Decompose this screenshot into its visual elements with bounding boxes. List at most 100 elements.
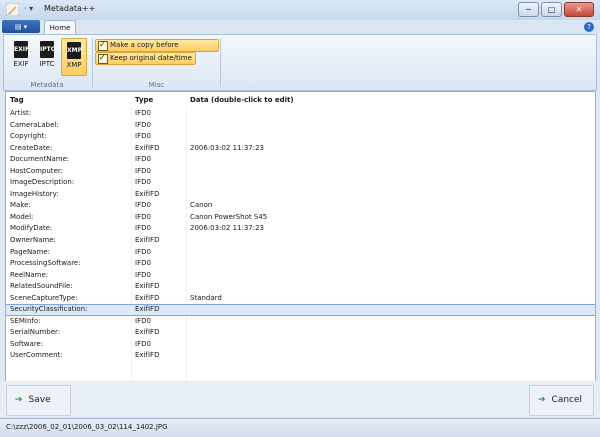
table-row[interactable]: CameraLabel: IFD0: [6, 120, 595, 132]
data-cell[interactable]: Standard: [190, 293, 222, 305]
data-cell[interactable]: 2006:03:02 11:37:23: [190, 143, 264, 155]
group-metadata: EXIF EXIF IPTC IPTC XMP XMP Metadata: [4, 35, 90, 90]
table-row[interactable]: ImageHistory: ExifIFD: [6, 189, 595, 201]
iptc-button[interactable]: IPTC IPTC: [35, 38, 59, 74]
keep-date-checkbox[interactable]: Keep original date/time: [95, 52, 196, 65]
type-cell: IFD0: [135, 120, 151, 129]
tag-cell: Artist:: [10, 109, 32, 117]
tag-cell: SecurityClassification:: [10, 305, 88, 314]
tag-cell: CreateDate:: [10, 143, 53, 152]
table-row[interactable]: Copyright: IFD0: [6, 131, 595, 143]
help-icon[interactable]: ?: [584, 22, 594, 32]
make-copy-checkbox[interactable]: Make a copy before modifying: [95, 39, 219, 60]
group-label-misc: Misc: [148, 81, 165, 89]
table-row[interactable]: ReelName: IFD0: [6, 270, 595, 282]
tag-cell: SerialNumber:: [10, 328, 61, 337]
minimize-button[interactable]: ─: [518, 2, 539, 17]
tag-cell: DocumentName:: [10, 155, 70, 164]
tag-cell: CameraLabel:: [10, 120, 59, 129]
type-cell: IFD0: [135, 109, 151, 117]
tag-cell: SEMInfo:: [10, 316, 41, 325]
cancel-label: Cancel: [551, 395, 583, 405]
tag-cell: UserComment:: [10, 351, 63, 360]
table-row[interactable]: SceneCaptureType: ExifIFD Standard: [6, 293, 595, 305]
iptc-label: IPTC: [39, 60, 55, 68]
tag-cell: ProcessingSoftware:: [10, 259, 81, 268]
tag-cell: ReelName:: [10, 270, 49, 279]
xmp-button[interactable]: XMP XMP: [61, 38, 87, 76]
table-row[interactable]: CreateDate: ExifIFD 2006:03:02 11:37:23: [6, 143, 595, 155]
type-cell: IFD0: [135, 132, 151, 141]
tag-cell: PageName:: [10, 247, 50, 256]
table-body: Artist: IFD0 CameraLabel: IFD0 Copyright: I…: [6, 108, 595, 362]
table-row[interactable]: ModifyDate: IFD0 2006:03:02 11:37:23: [6, 223, 595, 235]
ribbon-tab-strip: [0, 20, 600, 35]
group-label-metadata: Metadata: [30, 81, 64, 89]
table-row[interactable]: SEMInfo: IFD0: [6, 316, 595, 328]
table-row[interactable]: ImageDescription: IFD0: [6, 177, 595, 189]
group-divider: [220, 38, 221, 87]
table-row[interactable]: Artist: IFD0: [6, 108, 595, 120]
type-cell: IFD0: [135, 247, 151, 256]
group-misc: Make a copy before modifying Keep origin…: [94, 35, 219, 90]
data-cell[interactable]: Canon PowerShot S45: [190, 212, 267, 224]
tag-cell: ImageDescription:: [10, 178, 75, 187]
table-row-selected[interactable]: SecurityClassification: ExifIFD: [6, 304, 595, 316]
type-cell: IFD0: [135, 316, 151, 325]
iptc-icon: IPTC: [40, 41, 55, 58]
data-cell[interactable]: 2006:03:02 11:37:23: [190, 223, 264, 235]
tag-cell: HostComputer:: [10, 166, 63, 175]
window-controls: ─ □ ✕: [518, 2, 594, 17]
tag-cell: OwnerName:: [10, 236, 56, 245]
tag-cell: ImageHistory:: [10, 189, 59, 198]
tag-cell: Copyright:: [10, 132, 47, 141]
table-row[interactable]: ProcessingSoftware: IFD0: [6, 258, 595, 270]
tag-cell: Model:: [10, 212, 34, 221]
arrow-right-icon: ➔: [15, 395, 23, 405]
column-header-data[interactable]: Data (double-click to edit): [190, 92, 294, 108]
maximize-button[interactable]: □: [541, 2, 562, 17]
cancel-button[interactable]: ➔ Cancel: [529, 385, 594, 416]
tag-cell: SceneCaptureType:: [10, 293, 78, 302]
data-cell[interactable]: Canon: [190, 200, 212, 212]
table-row[interactable]: DocumentName: IFD0: [6, 154, 595, 166]
type-cell: ExifIFD: [135, 351, 160, 360]
column-header-tag[interactable]: Tag: [10, 92, 24, 108]
table-header: Tag Type Data (double-click to edit): [6, 92, 595, 108]
type-cell: ExifIFD: [135, 143, 160, 152]
table-row[interactable]: SerialNumber: ExifIFD: [6, 327, 595, 339]
tag-cell: ModifyDate:: [10, 224, 53, 233]
checkbox-icon: [98, 52, 108, 64]
type-cell: IFD0: [135, 270, 151, 279]
type-cell: IFD0: [135, 178, 151, 187]
checkbox-icon: [98, 39, 108, 51]
type-cell: ExifIFD: [135, 328, 160, 337]
table-row[interactable]: RelatedSoundFile: ExifIFD: [6, 281, 595, 293]
table-row[interactable]: Make: IFD0 Canon: [6, 200, 595, 212]
save-button[interactable]: ➔ Save: [6, 385, 71, 416]
metadata-table[interactable]: Tag Type Data (double-click to edit) Art…: [5, 91, 596, 382]
ribbon-panel: EXIF EXIF IPTC IPTC XMP XMP Metadata Mak…: [3, 34, 597, 91]
table-row[interactable]: PageName: IFD0: [6, 247, 595, 259]
table-row[interactable]: Model: IFD0 Canon PowerShot S45: [6, 212, 595, 224]
table-row[interactable]: OwnerName: ExifIFD: [6, 235, 595, 247]
table-row[interactable]: HostComputer: IFD0: [6, 166, 595, 178]
close-button[interactable]: ✕: [564, 2, 594, 17]
status-bar: C:\zzz\2006_02_01\2006_03_02\114_1402.JP…: [0, 418, 600, 437]
tag-cell: RelatedSoundFile:: [10, 282, 73, 291]
xmp-icon: XMP: [67, 42, 82, 59]
type-cell: ExifIFD: [135, 189, 160, 198]
type-cell: IFD0: [135, 155, 151, 164]
type-cell: IFD0: [135, 212, 151, 221]
tab-home[interactable]: Home: [44, 20, 76, 35]
table-row[interactable]: Software: IFD0: [6, 339, 595, 351]
column-header-type[interactable]: Type: [135, 92, 153, 108]
table-row[interactable]: UserComment: ExifIFD: [6, 350, 595, 362]
application-menu-button[interactable]: ▤ ▾: [2, 20, 40, 33]
type-cell: ExifIFD: [135, 282, 160, 291]
action-bar: ➔ Save ➔ Cancel: [0, 381, 600, 417]
keep-date-label: Keep original date/time: [110, 54, 192, 62]
file-path: C:\zzz\2006_02_01\2006_03_02\114_1402.JP…: [6, 423, 168, 431]
exif-button[interactable]: EXIF EXIF: [9, 38, 33, 74]
exif-label: EXIF: [13, 60, 29, 68]
